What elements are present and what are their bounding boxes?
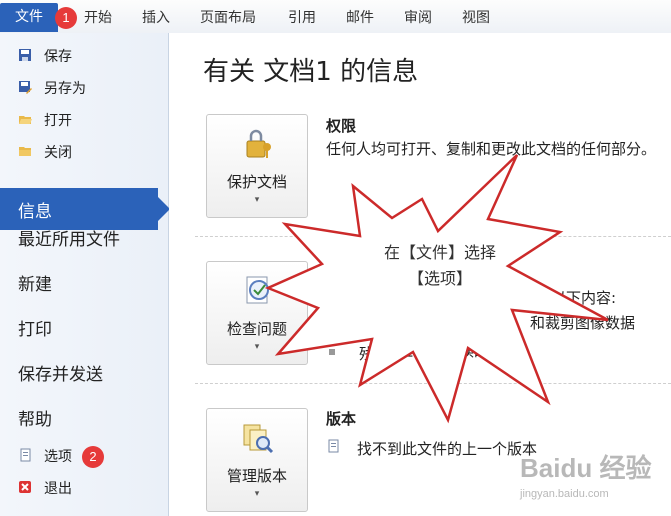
- chevron-down-icon: ▾: [254, 195, 260, 205]
- callout-line-1: 在【文件】选择: [383, 243, 496, 262]
- nav-new[interactable]: 新建: [18, 270, 52, 295]
- step-marker-1: 1: [55, 7, 77, 29]
- tab-view[interactable]: 视图: [462, 7, 490, 27]
- version-text: 找不到此文件的上一个版本: [357, 440, 538, 458]
- tab-insert[interactable]: 插入: [142, 7, 170, 27]
- permissions-text: 任何人均可打开、复制和更改此文档的任何部分。: [326, 140, 657, 158]
- page-title: 有关 文档1 的信息: [203, 57, 419, 87]
- tab-page-layout[interactable]: 页面布局: [200, 7, 256, 27]
- step-marker-2: 2: [82, 446, 104, 468]
- save-icon: [19, 49, 31, 61]
- tab-references[interactable]: 引用: [288, 7, 316, 27]
- chevron-down-icon: ▾: [254, 342, 260, 352]
- manage-versions-label: 管理版本: [226, 467, 287, 485]
- nav-recent-files[interactable]: 最近所用文件: [18, 225, 120, 250]
- close-label: 关闭: [44, 145, 72, 161]
- options-label: 选项: [44, 449, 72, 465]
- callout-text: 在【文件】选择 【选项】: [340, 240, 540, 292]
- bullet-text: 残: [359, 345, 375, 363]
- inspect-text-tail: 以下内容:: [551, 289, 617, 307]
- close-folder-icon: [19, 147, 31, 156]
- protect-document-button[interactable]: 保护文档 ▾: [206, 114, 308, 218]
- protect-document-label: 保护文档: [226, 173, 287, 191]
- ribbon-tab-bar: 文件 开始 插入 页面布局 引用 邮件 审阅 视图: [0, 0, 671, 34]
- nav-help[interactable]: 帮助: [18, 405, 52, 430]
- version-doc-icon: [328, 439, 339, 453]
- bullet-dot: [329, 349, 335, 355]
- nav-print[interactable]: 打印: [18, 315, 52, 340]
- section-divider: [195, 383, 671, 384]
- nav-info-label: 信息: [18, 202, 52, 222]
- section-divider: [195, 236, 671, 237]
- inspect-bullet-1-tail: 和裁剪图像数据: [530, 314, 636, 332]
- nav-save-send[interactable]: 保存并发送: [18, 360, 103, 385]
- save-as-label: 另存为: [44, 81, 86, 97]
- tab-file[interactable]: 文件: [0, 3, 58, 32]
- exit-icon: [19, 481, 31, 493]
- check-issues-button[interactable]: 检查问题 ▾: [206, 261, 308, 365]
- tab-mailings[interactable]: 邮件: [346, 7, 374, 27]
- exit-label: 退出: [44, 481, 72, 497]
- manage-versions-button[interactable]: 管理版本 ▾: [206, 408, 308, 512]
- bullet-dot: [329, 321, 335, 327]
- versions-heading: 版本: [326, 410, 357, 428]
- bullet-text: 文档: [359, 317, 390, 335]
- baidu-watermark-url: jingyan.baidu.com: [520, 488, 609, 500]
- lock-key-icon: [246, 129, 271, 158]
- checklist-icon: [246, 276, 269, 304]
- nav-info-selected[interactable]: 信息: [0, 188, 170, 230]
- tab-review[interactable]: 审阅: [404, 7, 432, 27]
- open-label: 打开: [44, 113, 72, 129]
- chevron-down-icon: ▾: [254, 489, 260, 499]
- check-issues-label: 检查问题: [226, 320, 287, 338]
- save-label: 保存: [44, 49, 72, 65]
- backstage-nav: 保存 另存为 打开 关闭 信息 最近所用文件 新建 打印 保存并发送 帮助 选项…: [0, 33, 170, 516]
- options-icon: [20, 448, 31, 462]
- baidu-watermark: Baidu 经验: [520, 453, 652, 483]
- permissions-heading: 权限: [326, 117, 357, 135]
- inspect-bullet-2-tail: 人士无法阅读的内容: [384, 342, 520, 360]
- tab-home[interactable]: 开始: [84, 7, 112, 27]
- versions-icon: [243, 424, 274, 454]
- save-as-icon: [19, 81, 32, 94]
- callout-line-2: 【选项】: [407, 269, 472, 288]
- open-folder-icon: [19, 116, 32, 124]
